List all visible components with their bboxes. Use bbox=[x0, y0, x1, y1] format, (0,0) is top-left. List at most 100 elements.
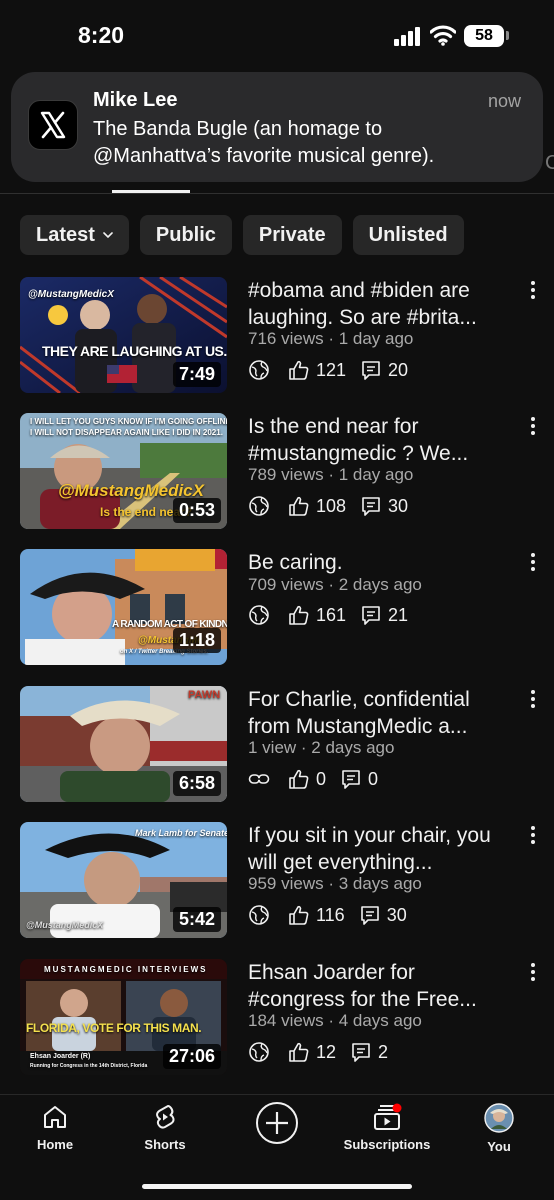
thumbnail-caption: Running for Congress in the 14th Distric… bbox=[30, 1063, 148, 1069]
battery-indicator: 58 bbox=[464, 25, 504, 47]
filter-chip-label: Latest bbox=[36, 223, 95, 246]
avatar bbox=[484, 1103, 514, 1133]
video-stats: 0 0 bbox=[248, 768, 392, 790]
filter-chip-label: Unlisted bbox=[368, 223, 448, 246]
video-item[interactable]: PAWN 6:58 For Charlie, confidential from… bbox=[20, 686, 554, 804]
video-stats: 121 20 bbox=[248, 359, 422, 381]
thumbnail-caption: Ehsan Joarder (R) bbox=[30, 1053, 91, 1060]
more-options-icon[interactable] bbox=[523, 279, 543, 301]
video-item[interactable]: MUSTANGMEDIC INTERVIEWS FLORIDA, VOTE FO… bbox=[20, 959, 554, 1077]
nav-subscriptions-label: Subscriptions bbox=[343, 1137, 431, 1152]
like-count: 0 bbox=[316, 768, 327, 789]
video-duration: 1:18 bbox=[172, 628, 221, 653]
video-thumbnail[interactable]: @MustangMedicX THEY ARE LAUGHING AT US. … bbox=[20, 277, 227, 393]
thumbnail-caption: THEY ARE LAUGHING AT US. bbox=[42, 343, 227, 359]
filter-chip-latest[interactable]: Latest bbox=[20, 215, 129, 255]
notification-time: now bbox=[487, 91, 521, 111]
comment-icon bbox=[362, 497, 380, 516]
thumbnail-caption: MUSTANGMEDIC INTERVIEWS bbox=[44, 965, 208, 974]
globe-icon bbox=[249, 496, 269, 516]
filter-chip-private[interactable]: Private bbox=[242, 215, 342, 255]
nav-create[interactable] bbox=[222, 1101, 332, 1145]
globe-icon bbox=[249, 1042, 269, 1062]
comment-count: 0 bbox=[368, 768, 379, 789]
like-count: 121 bbox=[316, 359, 347, 380]
comment-icon bbox=[362, 361, 380, 380]
video-thumbnail[interactable]: I WILL LET YOU GUYS KNOW IF I'M GOING OF… bbox=[20, 413, 227, 529]
video-duration: 7:49 bbox=[172, 362, 221, 387]
filter-chip-label: Public bbox=[155, 223, 216, 246]
nav-shorts[interactable]: Shorts bbox=[110, 1103, 220, 1152]
video-item[interactable]: I WILL LET YOU GUYS KNOW IF I'M GOING OF… bbox=[20, 413, 554, 531]
more-options-icon[interactable] bbox=[523, 415, 543, 437]
nav-you[interactable]: You bbox=[444, 1103, 554, 1154]
thumbnail-handle: @MustangMedicX bbox=[26, 920, 104, 930]
thumbnail-handle: @MustangMedicX bbox=[28, 289, 114, 300]
video-duration: 27:06 bbox=[162, 1044, 221, 1069]
video-duration: 5:42 bbox=[172, 907, 221, 932]
comment-count: 2 bbox=[378, 1041, 389, 1062]
video-title[interactable]: If you sit in your chair, you will get e… bbox=[248, 822, 516, 876]
cellular-signal-icon bbox=[394, 27, 420, 46]
home-indicator bbox=[142, 1184, 412, 1189]
nav-home[interactable]: Home bbox=[0, 1103, 110, 1152]
video-title[interactable]: For Charlie, confidential from MustangMe… bbox=[248, 686, 516, 740]
video-title[interactable]: Ehsan Joarder for #congress for the Free… bbox=[248, 959, 516, 1013]
video-item[interactable]: A RANDOM ACT OF KINDNESS. @MustangMe on … bbox=[20, 549, 554, 667]
comment-count: 21 bbox=[388, 604, 409, 625]
video-meta: 789 views · 1 day ago bbox=[248, 465, 414, 484]
video-meta: 709 views · 2 days ago bbox=[248, 575, 422, 594]
video-item[interactable]: Mark Lamb for Senate AZ @MustangMedicX 5… bbox=[20, 822, 554, 940]
nav-home-label: Home bbox=[36, 1137, 74, 1152]
comment-icon bbox=[352, 1043, 370, 1062]
filter-chip-unlisted[interactable]: Unlisted bbox=[352, 215, 464, 255]
video-thumbnail[interactable]: PAWN 6:58 bbox=[20, 686, 227, 802]
comment-icon bbox=[362, 606, 380, 625]
status-time: 8:20 bbox=[78, 22, 125, 48]
more-options-icon[interactable] bbox=[523, 551, 543, 573]
notification-banner[interactable]: Mike Lee now The Banda Bugle (an homage … bbox=[11, 72, 543, 182]
video-stats: 12 2 bbox=[248, 1041, 402, 1063]
thumbs-up-icon bbox=[289, 496, 309, 516]
like-count: 12 bbox=[316, 1041, 337, 1062]
battery-tip bbox=[506, 31, 509, 40]
video-title[interactable]: #obama and #biden are laughing. So are #… bbox=[248, 277, 516, 331]
filter-chip-public[interactable]: Public bbox=[139, 215, 232, 255]
link-icon bbox=[248, 774, 270, 784]
thumbnail-caption: I WILL LET YOU GUYS KNOW IF I'M GOING OF… bbox=[30, 417, 227, 426]
filter-chip-label: Private bbox=[258, 223, 326, 246]
more-options-icon[interactable] bbox=[523, 961, 543, 983]
globe-icon bbox=[249, 360, 269, 380]
shorts-icon bbox=[156, 1105, 175, 1129]
video-meta: 184 views · 4 days ago bbox=[248, 1011, 422, 1030]
video-title[interactable]: Is the end near for #mustangmedic ? We..… bbox=[248, 413, 516, 467]
filter-chips: Latest Public Private Unlisted bbox=[20, 215, 464, 255]
nav-subscriptions[interactable]: Subscriptions bbox=[332, 1103, 442, 1152]
home-icon bbox=[44, 1106, 66, 1128]
video-meta: 1 view · 2 days ago bbox=[248, 738, 395, 757]
video-duration: 6:58 bbox=[172, 771, 221, 796]
video-item[interactable]: @MustangMedicX THEY ARE LAUGHING AT US. … bbox=[20, 277, 554, 395]
thumbs-up-icon bbox=[289, 905, 309, 925]
thumbnail-caption: FLORIDA, VOTE FOR THIS MAN. bbox=[26, 1021, 202, 1035]
thumbnail-caption: I WILL NOT DISAPPEAR AGAIN LIKE I DID IN… bbox=[30, 428, 223, 437]
nav-shorts-label: Shorts bbox=[144, 1137, 186, 1152]
video-thumbnail[interactable]: Mark Lamb for Senate AZ @MustangMedicX 5… bbox=[20, 822, 227, 938]
comment-icon bbox=[342, 770, 360, 789]
video-duration: 0:53 bbox=[172, 498, 221, 523]
like-count: 116 bbox=[316, 904, 345, 925]
video-thumbnail[interactable]: MUSTANGMEDIC INTERVIEWS FLORIDA, VOTE FO… bbox=[20, 959, 227, 1075]
globe-icon bbox=[249, 905, 269, 925]
thumbnail-caption: Mark Lamb for Senate AZ bbox=[135, 828, 227, 838]
wifi-icon bbox=[430, 25, 456, 46]
thumbs-up-icon bbox=[289, 769, 309, 789]
globe-icon bbox=[249, 605, 269, 625]
more-options-icon[interactable] bbox=[523, 824, 543, 846]
clipped-tab-letter: C bbox=[545, 152, 554, 174]
video-thumbnail[interactable]: A RANDOM ACT OF KINDNESS. @MustangMe on … bbox=[20, 549, 227, 665]
like-count: 161 bbox=[316, 604, 347, 625]
video-meta: 959 views · 3 days ago bbox=[248, 874, 422, 893]
more-options-icon[interactable] bbox=[523, 688, 543, 710]
comment-count: 20 bbox=[388, 359, 409, 380]
video-stats: 161 21 bbox=[248, 604, 422, 626]
